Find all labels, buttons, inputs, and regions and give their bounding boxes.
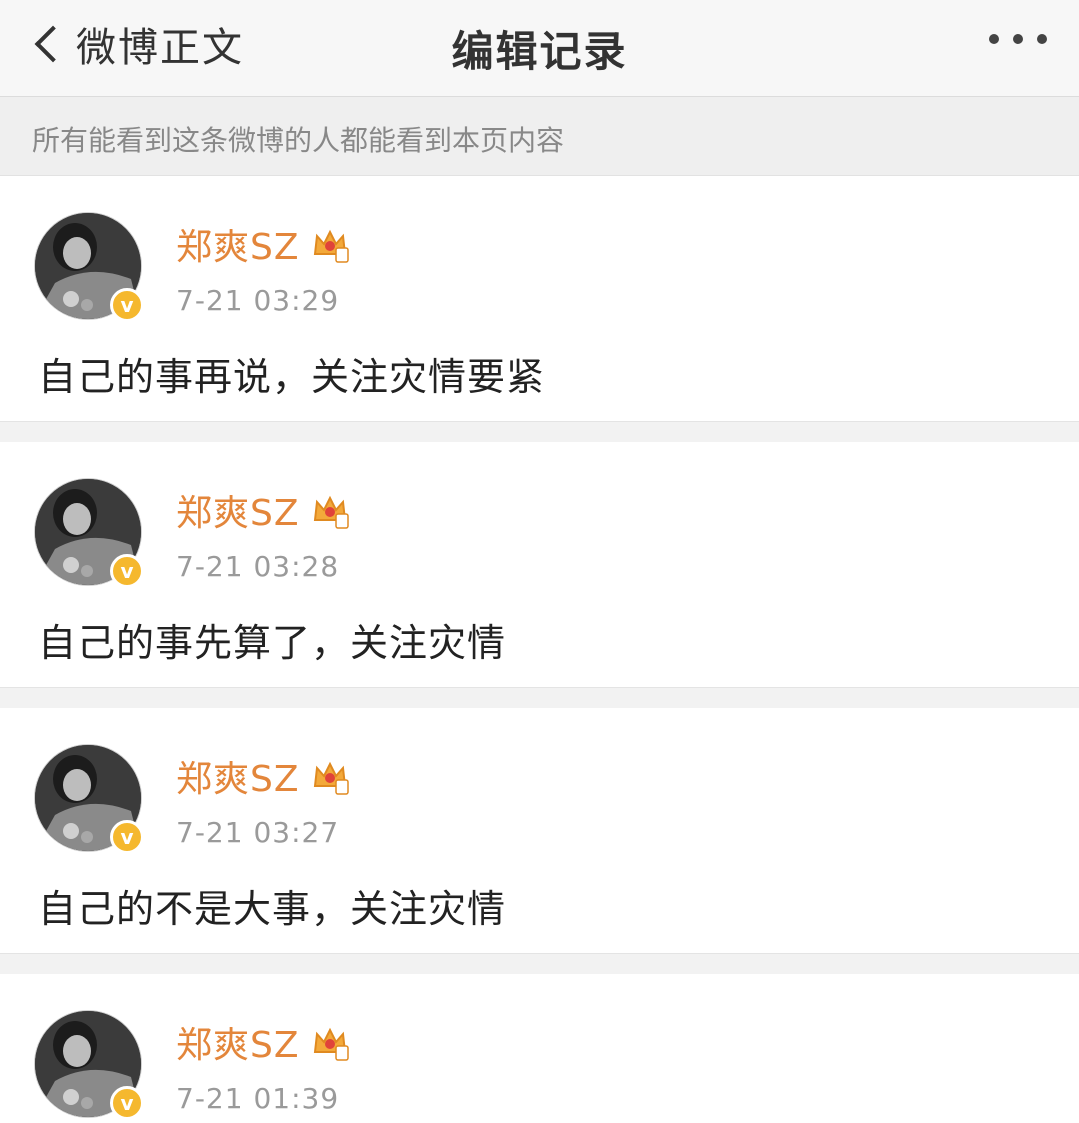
user-name-link[interactable]: 郑爽SZ	[176, 750, 350, 802]
edit-record-card[interactable]: v 郑爽SZ 7-21 03:27 自己的不是大事，关注灾情	[0, 708, 1079, 954]
post-time: 7-21 03:27	[176, 816, 340, 849]
post-text: 自己的事先算了，关注灾情	[38, 621, 507, 665]
more-dots-icon	[1037, 34, 1047, 44]
visibility-notice: 所有能看到这条微博的人都能看到本页内容	[0, 97, 1079, 176]
user-name-link[interactable]: 郑爽SZ	[176, 218, 350, 270]
edit-record-card[interactable]: v 郑爽SZ 7-21 03:29 自己的事再说，关注灾情要紧	[0, 176, 1079, 422]
verified-v-icon: v	[110, 1086, 144, 1120]
avatar[interactable]: v	[34, 744, 144, 854]
post-text: 自己的不是大事，关注灾情	[38, 887, 507, 931]
user-name: 郑爽SZ	[176, 1025, 300, 1066]
post-time: 7-21 03:28	[176, 550, 340, 583]
post-time: 7-21 03:29	[176, 284, 340, 317]
user-name: 郑爽SZ	[176, 493, 300, 534]
avatar[interactable]: v	[34, 478, 144, 588]
crown-icon	[313, 1027, 349, 1061]
more-button[interactable]	[989, 34, 1047, 44]
user-name: 郑爽SZ	[176, 227, 300, 268]
post-text: 自己的事再说，关注灾情要紧	[38, 355, 546, 399]
navigation-bar: 微博正文 编辑记录	[0, 0, 1079, 97]
page-title: 编辑记录	[451, 27, 628, 76]
user-name: 郑爽SZ	[176, 759, 300, 800]
avatar[interactable]: v	[34, 1010, 144, 1120]
notice-text: 所有能看到这条微博的人都能看到本页内容	[32, 124, 565, 157]
edit-record-card[interactable]: v 郑爽SZ 7-21 03:28 自己的事先算了，关注灾情	[0, 442, 1079, 688]
edit-record-card[interactable]: v 郑爽SZ 7-21 01:39	[0, 974, 1079, 1123]
verified-v-icon: v	[110, 288, 144, 322]
user-name-link[interactable]: 郑爽SZ	[176, 484, 350, 536]
user-name-link[interactable]: 郑爽SZ	[176, 1016, 350, 1068]
crown-icon	[313, 761, 349, 795]
post-time: 7-21 01:39	[176, 1082, 340, 1115]
avatar[interactable]: v	[34, 212, 144, 322]
more-dots-icon	[989, 34, 999, 44]
verified-v-icon: v	[110, 820, 144, 854]
verified-v-icon: v	[110, 554, 144, 588]
crown-icon	[313, 495, 349, 529]
more-dots-icon	[1013, 34, 1023, 44]
crown-icon	[313, 229, 349, 263]
